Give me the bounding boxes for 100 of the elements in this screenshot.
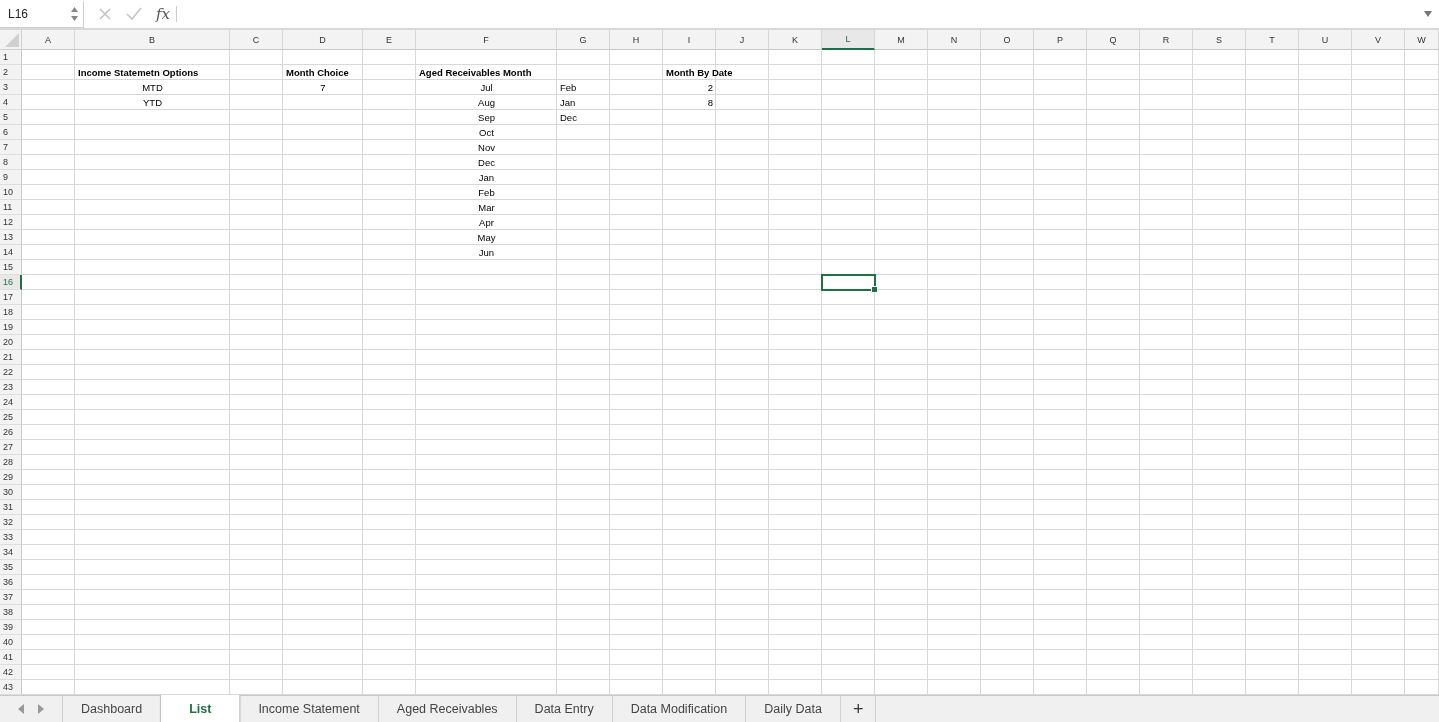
spinner-icon[interactable] <box>70 5 79 22</box>
row-header[interactable]: 19 <box>0 320 22 335</box>
table-cell: 8 <box>707 96 713 109</box>
column-header[interactable]: F <box>416 30 557 50</box>
row-header[interactable]: 22 <box>0 365 22 380</box>
row-header[interactable]: 23 <box>0 380 22 395</box>
row-header[interactable]: 29 <box>0 470 22 485</box>
row-header[interactable]: 39 <box>0 620 22 635</box>
column-header[interactable]: A <box>22 30 75 50</box>
row-header[interactable]: 8 <box>0 155 22 170</box>
column-header[interactable]: T <box>1246 30 1299 50</box>
column-header[interactable]: J <box>716 30 769 50</box>
row-header[interactable]: 38 <box>0 605 22 620</box>
table-cell: Apr <box>479 216 494 229</box>
table-cell: Jul <box>480 81 493 94</box>
column-header[interactable]: B <box>75 30 230 50</box>
column-header[interactable]: L <box>822 30 875 50</box>
row-header[interactable]: 20 <box>0 335 22 350</box>
table-cell: Feb <box>478 186 495 199</box>
column-header[interactable]: I <box>663 30 716 50</box>
row-header[interactable]: 40 <box>0 635 22 650</box>
row-header[interactable]: 33 <box>0 530 22 545</box>
table-cell: Feb <box>560 81 577 94</box>
row-header[interactable]: 41 <box>0 650 22 665</box>
cancel-icon[interactable] <box>98 7 112 21</box>
row-header[interactable]: 6 <box>0 125 22 140</box>
column-header[interactable]: H <box>610 30 663 50</box>
dropdown-icon[interactable] <box>1424 11 1432 17</box>
column-header[interactable]: M <box>875 30 928 50</box>
table-cell: MTD <box>142 81 163 94</box>
row-header[interactable]: 25 <box>0 410 22 425</box>
row-header[interactable]: 28 <box>0 455 22 470</box>
row-header[interactable]: 30 <box>0 485 22 500</box>
table-cell: Dec <box>478 156 495 169</box>
column-header[interactable]: Q <box>1087 30 1140 50</box>
table-cell: Jan <box>560 96 576 109</box>
table-cell: YTD <box>143 96 162 109</box>
column-header[interactable]: E <box>363 30 416 50</box>
sheet-tab[interactable]: Data Modification <box>612 696 747 722</box>
next-sheet-icon[interactable] <box>37 704 45 714</box>
row-header[interactable]: 43 <box>0 680 22 695</box>
sheet-tab[interactable]: List <box>161 695 241 722</box>
row-header[interactable]: 32 <box>0 515 22 530</box>
column-header[interactable]: C <box>230 30 283 50</box>
sheet-tab[interactable]: Aged Receivables <box>378 696 517 722</box>
row-header[interactable]: 17 <box>0 290 22 305</box>
row-header[interactable]: 26 <box>0 425 22 440</box>
row-header[interactable]: 35 <box>0 560 22 575</box>
add-sheet-button[interactable]: + <box>840 696 877 722</box>
table-cell: Dec <box>560 111 577 124</box>
row-header[interactable]: 14 <box>0 245 22 260</box>
fill-handle[interactable] <box>871 286 878 293</box>
table-cell: Income Statemetn Options <box>78 66 199 79</box>
column-header[interactable]: G <box>557 30 610 50</box>
column-header[interactable]: D <box>283 30 363 50</box>
name-box[interactable]: L16 <box>0 0 84 28</box>
select-all-icon[interactable] <box>5 33 19 47</box>
previous-sheet-icon[interactable] <box>17 704 25 714</box>
row-header[interactable]: 36 <box>0 575 22 590</box>
row-header[interactable]: 24 <box>0 395 22 410</box>
column-header[interactable]: R <box>1140 30 1193 50</box>
row-header[interactable]: 13 <box>0 230 22 245</box>
row-header[interactable]: 3 <box>0 80 22 95</box>
row-header[interactable]: 34 <box>0 545 22 560</box>
sheet-tab[interactable]: Daily Data <box>746 696 841 722</box>
row-header[interactable]: 18 <box>0 305 22 320</box>
column-header[interactable]: K <box>769 30 822 50</box>
row-header[interactable]: 42 <box>0 665 22 680</box>
column-header[interactable]: S <box>1193 30 1246 50</box>
row-header[interactable]: 1 <box>0 50 22 65</box>
row-header[interactable]: 2 <box>0 65 22 80</box>
row-header[interactable]: 9 <box>0 170 22 185</box>
row-header[interactable]: 31 <box>0 500 22 515</box>
table-cell: Nov <box>478 141 495 154</box>
column-header[interactable]: W <box>1405 30 1439 50</box>
row-header[interactable]: 12 <box>0 215 22 230</box>
row-header[interactable]: 5 <box>0 110 22 125</box>
row-header[interactable]: 4 <box>0 95 22 110</box>
sheet-tab[interactable]: Data Entry <box>516 696 613 722</box>
column-header[interactable]: V <box>1352 30 1405 50</box>
column-header[interactable]: N <box>928 30 981 50</box>
table-cell: Aged Receivables Month <box>419 66 532 79</box>
row-header[interactable]: 37 <box>0 590 22 605</box>
table-cell: Oct <box>479 126 494 139</box>
column-header[interactable]: P <box>1034 30 1087 50</box>
row-header[interactable]: 11 <box>0 200 22 215</box>
row-header[interactable]: 15 <box>0 260 22 275</box>
row-header[interactable]: 16 <box>0 275 22 290</box>
table-cell: Month Choice <box>286 66 349 79</box>
column-header[interactable]: U <box>1299 30 1352 50</box>
table-cell: 2 <box>707 81 713 94</box>
row-header[interactable]: 21 <box>0 350 22 365</box>
enter-icon[interactable] <box>126 7 142 21</box>
row-header[interactable]: 10 <box>0 185 22 200</box>
sheet-tab[interactable]: Income Statement <box>240 696 379 722</box>
function-button[interactable]: fx <box>156 6 177 22</box>
row-header[interactable]: 27 <box>0 440 22 455</box>
column-header[interactable]: O <box>981 30 1034 50</box>
table-cell: Mar <box>478 201 495 214</box>
row-header[interactable]: 7 <box>0 140 22 155</box>
